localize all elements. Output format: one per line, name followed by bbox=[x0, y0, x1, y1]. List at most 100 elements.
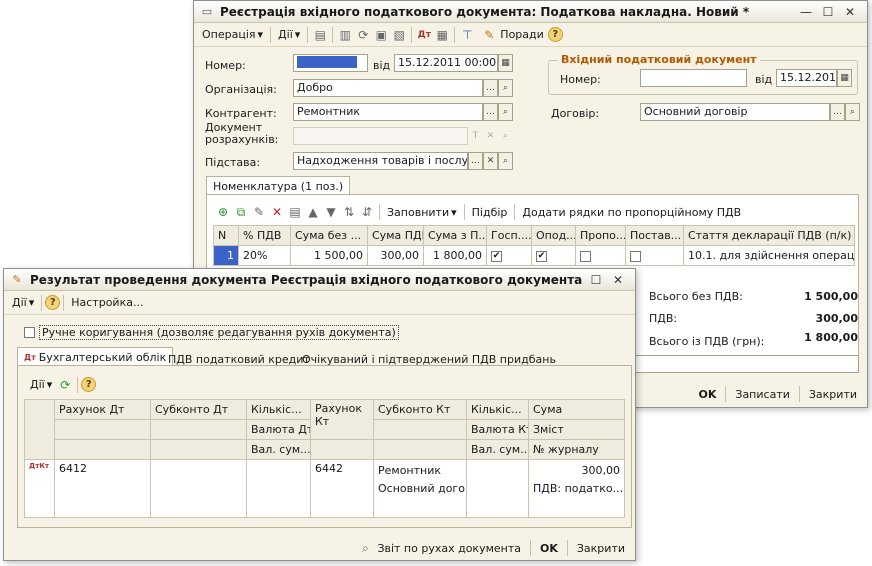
maximize-button[interactable]: ☐ bbox=[817, 5, 839, 19]
tab-nomenclature[interactable]: Номенклатура (1 поз.) bbox=[206, 176, 351, 196]
settings-button[interactable]: Настройка... bbox=[67, 294, 147, 311]
table-row[interactable]: ДтКт 6412 6442 Ремонтник Основний дого..… bbox=[24, 459, 625, 518]
counterparty-field[interactable]: Ремонтник bbox=[293, 103, 483, 121]
counterparty-select-button[interactable]: … bbox=[483, 103, 498, 121]
basis-search-icon[interactable]: ⌕ bbox=[498, 152, 513, 170]
row-number[interactable]: 1 bbox=[213, 245, 239, 266]
acc-dt-cell[interactable]: 6412 bbox=[54, 459, 151, 518]
close-window-button[interactable]: ✕ bbox=[607, 273, 629, 287]
basis-clear-icon[interactable]: ✕ bbox=[483, 152, 498, 170]
col-header[interactable]: № журналу bbox=[528, 439, 625, 460]
table-row[interactable]: 1 20% 1 500,00 300,00 1 800,00 ✔ ✔ 10.1.… bbox=[213, 245, 855, 266]
sub-dt-cell[interactable] bbox=[150, 459, 247, 518]
checkbox-checked[interactable]: ✔ bbox=[536, 250, 547, 262]
help-icon[interactable]: ? bbox=[45, 295, 61, 310]
incoming-number-field[interactable] bbox=[640, 69, 747, 87]
help-icon[interactable]: ? bbox=[81, 377, 97, 392]
org-select-button[interactable]: … bbox=[483, 79, 498, 97]
checkbox-unchecked[interactable] bbox=[630, 250, 641, 262]
report-button[interactable]: ⌕ Звіт по рухах документа bbox=[350, 540, 527, 556]
dt-kt-icon[interactable]: Дт bbox=[416, 27, 432, 43]
operation-menu[interactable]: Операція ▾ bbox=[198, 26, 267, 43]
col-header[interactable]: Субконто Дт bbox=[150, 399, 247, 420]
refresh-icon[interactable]: ⟳ bbox=[57, 377, 73, 393]
col-header[interactable]: Кількіс... bbox=[246, 399, 311, 420]
actions-menu[interactable]: Дії ▾ bbox=[26, 376, 56, 393]
economic-cell[interactable]: ✔ bbox=[486, 245, 532, 266]
col-header[interactable]: % ПДВ bbox=[238, 225, 291, 246]
col-header[interactable]: Сума ПДВ bbox=[367, 225, 424, 246]
vat-sum-cell[interactable]: 300,00 bbox=[367, 245, 424, 266]
payment-doc-field[interactable] bbox=[293, 127, 468, 145]
col-header[interactable]: Вал. сум... bbox=[466, 439, 529, 460]
basis-select-button[interactable]: … bbox=[468, 152, 483, 170]
copy-doc-icon[interactable]: ▧ bbox=[391, 27, 407, 43]
calendar-icon[interactable]: ▦ bbox=[498, 54, 513, 72]
document-list-icon[interactable]: ▥ bbox=[337, 27, 353, 43]
col-header[interactable]: N bbox=[213, 225, 239, 246]
vat-rate-cell[interactable]: 20% bbox=[238, 245, 291, 266]
ok-button[interactable]: OK bbox=[693, 388, 723, 401]
clear-icon[interactable]: ✕ bbox=[483, 127, 498, 145]
actions-menu[interactable]: Дії ▾ bbox=[8, 294, 38, 311]
col-header[interactable]: Госп.... bbox=[486, 225, 532, 246]
checkbox-checked[interactable]: ✔ bbox=[491, 250, 502, 262]
comment-field[interactable] bbox=[634, 355, 859, 373]
close-window-button[interactable]: ✕ bbox=[839, 5, 861, 19]
type-icon[interactable]: T bbox=[468, 127, 483, 145]
col-header[interactable]: Сума без ... bbox=[290, 225, 368, 246]
sort-asc-icon[interactable]: ⇅ bbox=[341, 204, 357, 220]
col-header[interactable]: Сума bbox=[528, 399, 625, 420]
sort-desc-icon[interactable]: ⇵ bbox=[359, 204, 375, 220]
col-header[interactable]: Валюта Кт bbox=[466, 419, 529, 440]
move-up-icon[interactable]: ▲ bbox=[305, 204, 321, 220]
qty-kt-cell[interactable] bbox=[466, 459, 529, 518]
article-cell[interactable]: 10.1. для здійснення операці... bbox=[683, 245, 855, 266]
number-field[interactable] bbox=[293, 54, 368, 72]
col-header[interactable]: Валюта Дт bbox=[246, 419, 311, 440]
sum-no-vat-cell[interactable]: 1 500,00 bbox=[290, 245, 368, 266]
manual-adjust-label[interactable]: Ручне коригування (дозволяє редагування … bbox=[39, 325, 399, 340]
add-icon[interactable]: ⊕ bbox=[215, 204, 231, 220]
contract-search-icon[interactable]: ⌕ bbox=[845, 103, 860, 121]
minimize-button[interactable]: — bbox=[795, 5, 817, 19]
sum-with-vat-cell[interactable]: 1 800,00 bbox=[423, 245, 487, 266]
tab-accounting[interactable]: Дт Бухгалтерський облік bbox=[17, 347, 174, 367]
checkbox-unchecked[interactable] bbox=[580, 250, 591, 262]
add-rows-button[interactable]: Додати рядки по пропорційному ПДВ bbox=[518, 204, 745, 221]
manual-adjust-checkbox[interactable] bbox=[24, 327, 35, 338]
move-down-icon[interactable]: ▼ bbox=[323, 204, 339, 220]
save-button[interactable]: Записати bbox=[729, 388, 795, 401]
col-header[interactable]: Сума з П... bbox=[423, 225, 487, 246]
taxable-cell[interactable]: ✔ bbox=[531, 245, 576, 266]
col-header[interactable]: Постав... bbox=[625, 225, 684, 246]
org-field[interactable]: Добро bbox=[293, 79, 483, 97]
fill-menu[interactable]: Заповнити ▾ bbox=[383, 204, 461, 221]
counterparty-search-icon[interactable]: ⌕ bbox=[498, 103, 513, 121]
new-doc-icon[interactable]: ▣ bbox=[373, 27, 389, 43]
close-button[interactable]: Закрити bbox=[803, 388, 863, 401]
close-button[interactable]: Закрити bbox=[571, 542, 631, 555]
qty-dt-cell[interactable] bbox=[246, 459, 311, 518]
col-header[interactable]: Опод... bbox=[531, 225, 576, 246]
date-field[interactable]: 15.12.2011 00:00:00 bbox=[394, 54, 498, 72]
help-icon[interactable]: ? bbox=[547, 27, 563, 42]
ok-button[interactable]: OK bbox=[534, 542, 564, 555]
basis-field[interactable]: Надходження товарів і послуг ДС bbox=[293, 152, 468, 170]
incoming-date-field[interactable]: 15.12.2011 bbox=[776, 69, 837, 87]
delete-icon[interactable]: ✕ bbox=[269, 204, 285, 220]
payment-doc-search-icon[interactable]: ⌕ bbox=[498, 127, 513, 145]
col-header[interactable]: Зміст bbox=[528, 419, 625, 440]
maximize-button[interactable]: ☐ bbox=[585, 273, 607, 287]
col-header[interactable]: Вал. сум... bbox=[246, 439, 311, 460]
select-button[interactable]: Підбір bbox=[468, 204, 512, 221]
supply-cell[interactable] bbox=[625, 245, 684, 266]
structure-icon[interactable]: ⊤ bbox=[459, 27, 475, 43]
sum-cell[interactable]: 300,00 ПДВ: податко... bbox=[528, 459, 625, 518]
refresh-doc-icon[interactable]: ⟳ bbox=[355, 27, 371, 43]
incoming-calendar-icon[interactable]: ▦ bbox=[837, 69, 852, 87]
contract-field[interactable]: Основний договір bbox=[640, 103, 830, 121]
end-edit-icon[interactable]: ▤ bbox=[287, 204, 303, 220]
org-search-icon[interactable]: ⌕ bbox=[498, 79, 513, 97]
col-header[interactable]: Пропо... bbox=[575, 225, 626, 246]
